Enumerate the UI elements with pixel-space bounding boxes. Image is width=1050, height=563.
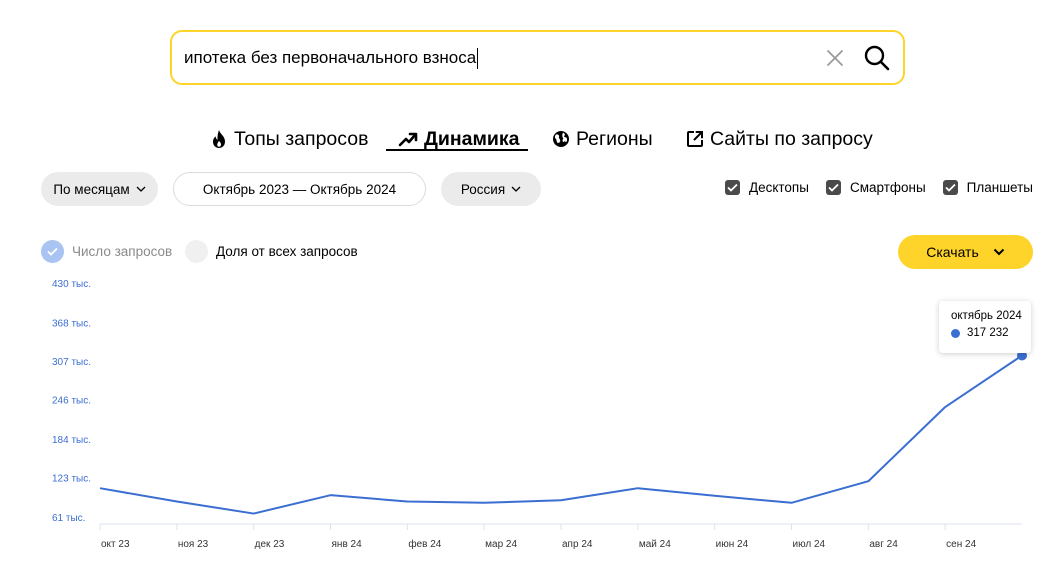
active-tab-underline: [386, 149, 528, 151]
period-dropdown[interactable]: По месяцам: [41, 172, 158, 206]
checkbox-checked-icon: [942, 180, 958, 195]
checkbox-tablets[interactable]: Планшеты: [942, 180, 1033, 195]
checkbox-checked-icon: [825, 180, 841, 195]
x-tick-label: янв 24: [332, 539, 363, 550]
metric-share[interactable]: Доля от всех запросов: [185, 239, 358, 263]
series-dot-icon: [951, 328, 960, 338]
tab-sites[interactable]: Сайты по запросу: [686, 124, 873, 154]
x-tick-label: июл 24: [793, 539, 826, 550]
region-dropdown[interactable]: Россия: [441, 172, 541, 206]
chart-tooltip: октябрь 2024 317 232: [939, 301, 1031, 353]
search-input[interactable]: [184, 46, 784, 70]
tooltip-row: 317 232: [951, 327, 1031, 339]
checkbox-smartphones[interactable]: Смартфоны: [825, 180, 926, 195]
search-icon[interactable]: [862, 43, 892, 73]
page: Топы запросов Динамика Регионы Сайты по …: [0, 0, 1050, 563]
checkbox-label: Смартфоны: [849, 180, 926, 195]
x-axis: окт 23 ноя 23 дек 23 янв 24 фев 24 мар 24 апр …: [99, 524, 977, 550]
y-axis: 61 тыс. 123 тыс. 184 тыс. 246 тыс. 307 тыс. 3…: [52, 279, 91, 524]
y-tick-label: 61 тыс.: [52, 513, 85, 524]
x-tick-label: май 24: [639, 539, 671, 550]
x-tick-label: апр 24: [562, 539, 593, 550]
tab-label: Регионы: [576, 127, 653, 150]
x-tick-label: мар 24: [485, 539, 517, 550]
download-label: Скачать: [926, 244, 979, 260]
metric-label: Доля от всех запросов: [216, 243, 358, 259]
metric-query-count[interactable]: Число запросов: [41, 239, 172, 263]
device-checkboxes: Десктопы Смартфоны Планшеты: [724, 180, 1033, 195]
radio-unchecked-icon: [185, 239, 208, 263]
tab-label: Топы запросов: [234, 127, 369, 150]
close-icon[interactable]: [822, 45, 848, 71]
chevron-down-icon: [136, 186, 146, 192]
tooltip-value: 317 232: [967, 327, 1009, 339]
download-button[interactable]: Скачать: [898, 235, 1033, 269]
tab-regions[interactable]: Регионы: [552, 124, 653, 154]
y-tick-label: 123 тыс.: [52, 474, 91, 485]
period-label: По месяцам: [53, 181, 130, 197]
tab-label: Динамика: [424, 127, 520, 150]
x-tick-label: июн 24: [716, 539, 749, 550]
series-line: [99, 354, 1023, 515]
metric-label: Число запросов: [72, 243, 173, 259]
text-caret: [477, 48, 479, 69]
trend-icon: [398, 132, 418, 147]
y-tick-label: 368 тыс.: [52, 318, 91, 329]
y-tick-label: 307 тыс.: [52, 357, 91, 368]
x-tick-label: ноя 23: [178, 539, 209, 550]
tooltip-date: октябрь 2024: [951, 310, 1022, 322]
x-tick-label: фев 24: [408, 538, 441, 550]
x-tick-label: дек 23: [255, 539, 285, 550]
radio-checked-icon: [41, 239, 64, 263]
checkbox-label: Десктопы: [748, 180, 809, 195]
x-tick-label: авг 24: [869, 539, 898, 550]
x-tick-label: сен 24: [946, 539, 976, 550]
tab-top-queries[interactable]: Топы запросов: [210, 124, 368, 154]
tab-label: Сайты по запросу: [710, 127, 873, 150]
line-chart: 61 тыс. 123 тыс. 184 тыс. 246 тыс. 307 тыс. 3…: [52, 279, 1027, 550]
checkbox-desktops[interactable]: Десктопы: [724, 180, 809, 195]
date-range: Октябрь 2023 — Октябрь 2024: [202, 181, 397, 197]
y-tick-label: 246 тыс.: [52, 396, 91, 407]
x-tick-label: окт 23: [101, 539, 130, 550]
date-range-picker[interactable]: Октябрь 2023 — Октябрь 2024: [173, 172, 426, 206]
checkbox-label: Планшеты: [966, 180, 1033, 195]
globe-icon: [553, 131, 569, 147]
chevron-down-icon: [993, 248, 1004, 256]
fire-icon: [213, 130, 225, 148]
external-link-icon: [687, 131, 703, 147]
region-label: Россия: [460, 181, 506, 197]
checkbox-checked-icon: [724, 180, 740, 195]
chevron-down-icon: [511, 186, 521, 192]
y-tick-label: 430 тыс.: [52, 279, 91, 290]
search-box[interactable]: [170, 30, 905, 85]
y-tick-label: 184 тыс.: [52, 435, 91, 446]
